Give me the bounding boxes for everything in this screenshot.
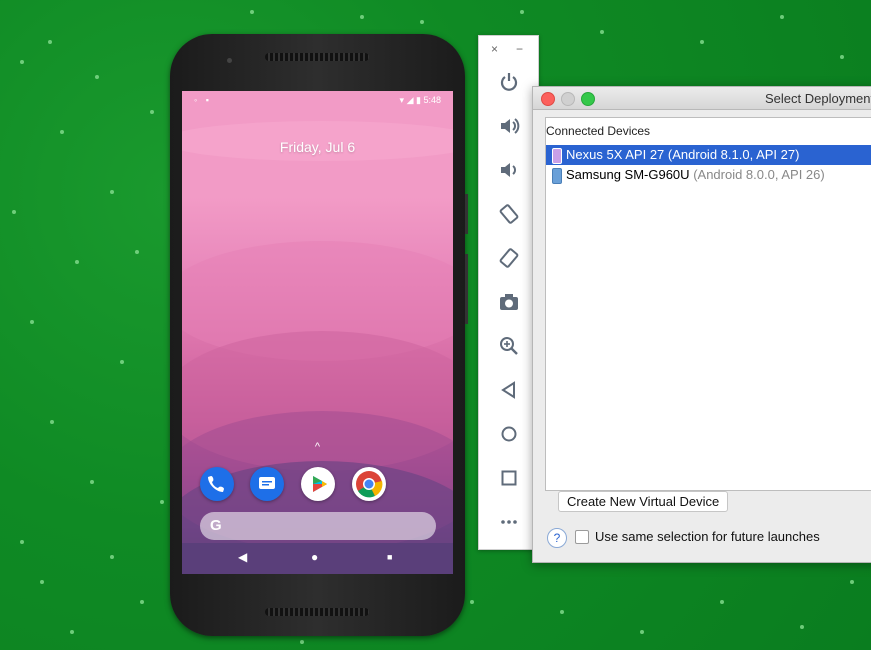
notification-icons: ◦ ▪	[194, 95, 212, 105]
device-name: Nexus 5X API 27	[566, 147, 665, 162]
emulator-phone: ◦ ▪ ▾ ◢ ▮ 5:48 Friday, Jul 6 ^ G ◀ ● ■	[170, 34, 468, 636]
phone-app-icon[interactable]	[200, 467, 234, 501]
emulator-toolbar: × −	[478, 35, 539, 550]
app-dock	[200, 467, 440, 503]
android-nav-bar: ◀ ● ■	[182, 543, 453, 574]
device-detail: (Android 8.0.0, API 26)	[693, 167, 825, 182]
overview-icon[interactable]	[497, 467, 521, 491]
back-nav-button[interactable]: ◀	[238, 550, 247, 564]
top-speaker	[265, 53, 369, 61]
app-drawer-arrow[interactable]: ^	[182, 441, 453, 453]
list-header: Connected Devices	[546, 124, 651, 138]
power-icon[interactable]	[497, 71, 521, 95]
battery-icon: ▮	[416, 95, 421, 105]
close-icon[interactable]: ×	[491, 42, 498, 56]
device-row-samsung[interactable]: Samsung SM-G960U (Android 8.0.0, API 26)	[546, 165, 871, 185]
front-camera	[227, 58, 232, 63]
rotate-left-icon[interactable]	[497, 203, 521, 227]
physical-device-icon	[552, 168, 562, 184]
wifi-icon: ▾	[399, 95, 405, 105]
home-nav-button[interactable]: ●	[311, 550, 318, 564]
status-bar: ◦ ▪ ▾ ◢ ▮ 5:48	[182, 91, 453, 111]
minimize-window-button[interactable]	[561, 92, 575, 106]
volume-down-icon[interactable]	[497, 159, 521, 183]
phone-screen[interactable]: ◦ ▪ ▾ ◢ ▮ 5:48 Friday, Jul 6 ^ G ◀ ● ■	[182, 91, 453, 574]
same-selection-checkbox[interactable]	[575, 530, 589, 544]
create-new-virtual-device-button[interactable]: Create New Virtual Device	[558, 491, 729, 512]
zoom-window-button[interactable]	[581, 92, 595, 106]
bottom-speaker	[265, 608, 369, 616]
close-window-button[interactable]	[541, 92, 555, 106]
back-icon[interactable]	[497, 379, 521, 403]
home-icon[interactable]	[497, 423, 521, 447]
side-button	[465, 254, 468, 324]
dialog-titlebar: Select Deployment Target	[533, 87, 871, 110]
messages-app-icon[interactable]	[250, 467, 284, 501]
same-selection-label: Use same selection for future launches	[595, 529, 820, 544]
minimize-icon[interactable]: −	[516, 42, 523, 56]
device-list: Connected Devices Nexus 5X API 27 (Andro…	[545, 117, 871, 491]
camera-icon[interactable]	[497, 291, 521, 315]
status-time: 5:48	[423, 95, 441, 105]
google-logo-icon: G	[210, 517, 222, 534]
volume-up-icon[interactable]	[497, 115, 521, 139]
chrome-app-icon[interactable]	[352, 467, 386, 501]
virtual-device-icon	[552, 148, 562, 164]
dialog-title: Select Deployment Target	[765, 91, 871, 106]
select-deployment-target-dialog: Select Deployment Target Connected Devic…	[532, 86, 871, 563]
device-detail: (Android 8.1.0, API 27)	[667, 147, 800, 162]
lockscreen-date: Friday, Jul 6	[279, 139, 356, 155]
help-icon[interactable]: ?	[547, 528, 567, 548]
side-button	[465, 194, 468, 234]
play-store-app-icon[interactable]	[301, 467, 335, 501]
device-row-nexus-5x[interactable]: Nexus 5X API 27 (Android 8.1.0, API 27)	[546, 145, 871, 165]
google-search-bar[interactable]: G	[200, 512, 436, 540]
zoom-icon[interactable]	[497, 335, 521, 359]
recents-nav-button[interactable]: ■	[387, 552, 392, 562]
more-icon[interactable]	[497, 511, 521, 535]
signal-icon: ◢	[406, 95, 414, 105]
device-name: Samsung SM-G960U	[566, 167, 690, 182]
rotate-right-icon[interactable]	[497, 247, 521, 271]
